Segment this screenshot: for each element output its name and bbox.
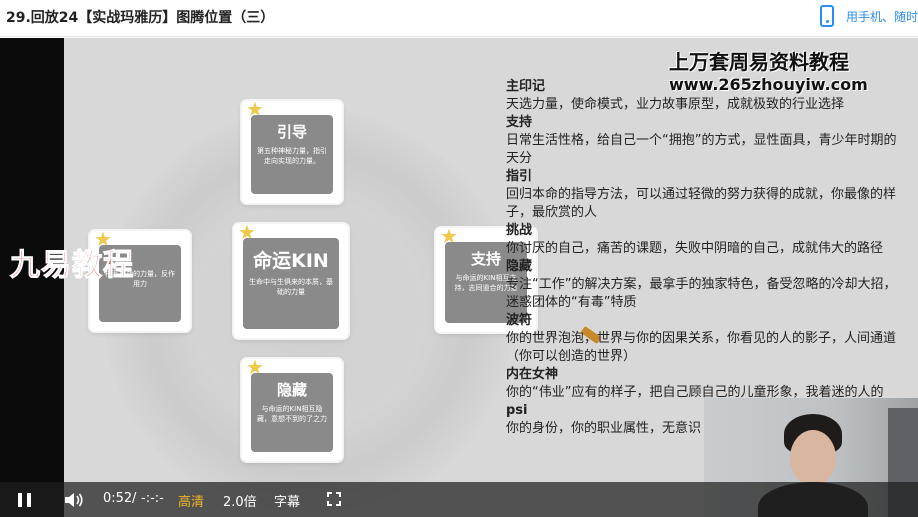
- watermark-top: 上万套周易资料教程: [669, 50, 849, 74]
- glyph-guide-name: 引导: [276, 123, 307, 141]
- list-item: 隐藏 专注“工作”的解决方案，最拿手的独家特色，备受忽略的冷却大招，迷惑团体的“…: [506, 258, 901, 312]
- list-item-body: 你讨厌的自己，痛苦的课题，失败中阴暗的自己，成就伟大的路径: [506, 241, 884, 256]
- list-item: 波符 你的世界泡泡，世界与你的因果关系，你看见的人的影子，人间通道（你可以创造的…: [506, 312, 901, 366]
- list-item-body: 你的世界泡泡，世界与你的因果关系，你看见的人的影子，人间通道（你可以创造的世界）: [506, 331, 897, 364]
- glyph-guide-desc: 第五种神秘力量，指引走向实现的力量。: [257, 147, 327, 165]
- list-item-heading: 挑战: [506, 223, 533, 238]
- current-time: 0:52: [103, 491, 133, 506]
- list-item-heading: 支持: [506, 115, 533, 130]
- quality-button[interactable]: 高清: [178, 491, 204, 510]
- list-item-heading: 隐藏: [506, 259, 533, 274]
- list-item-heading: 内在女神: [506, 367, 559, 382]
- video-title: 29.回放24【实战玛雅历】图腾位置（三）: [6, 10, 275, 26]
- glyph-occult: ★ 隐藏 与命运的KIN相互隐藏，意想不到的了之力: [242, 357, 342, 461]
- list-item: 主印记 天选力量，使命模式，业力故事原型，成就极致的行业选择: [506, 78, 901, 114]
- glyph-guide: ★ 引导 第五种神秘力量，指引走向实现的力量。: [242, 99, 342, 203]
- slide-text-list: 主印记 天选力量，使命模式，业力故事原型，成就极致的行业选择 支持 日常生活性格…: [506, 78, 901, 438]
- duration: -:-:-: [141, 491, 164, 506]
- fullscreen-icon[interactable]: [327, 492, 341, 506]
- list-item: 指引 回归本命的指导方法，可以通过轻微的努力获得的成就，你最像的样子，最欣赏的人: [506, 168, 901, 222]
- glyph-destiny-desc: 生命中与生俱来的本质，基础的力量: [249, 278, 333, 296]
- watermark-left: 九易教程: [10, 248, 134, 284]
- top-bar: 29.回放24【实战玛雅历】图腾位置（三） 用手机、随时: [0, 0, 918, 37]
- glyph-destiny-name: 命运KIN: [253, 250, 329, 272]
- time-separator: /: [132, 491, 137, 506]
- list-item-heading: 指引: [506, 169, 533, 184]
- list-item-body: 天选力量，使命模式，业力故事原型，成就极致的行业选择: [506, 97, 845, 112]
- pause-icon[interactable]: [18, 493, 31, 507]
- glyph-occult-name: 隐藏: [276, 381, 307, 399]
- list-item: 支持 日常生活性格，给自己一个“拥抱”的方式，显性面具，青少年时期的天分: [506, 114, 901, 168]
- list-item-heading: 波符: [506, 313, 533, 328]
- list-item: 挑战 你讨厌的自己，痛苦的课题，失败中阴暗的自己，成就伟大的路径: [506, 222, 901, 258]
- watch-on-phone-link[interactable]: 用手机、随时: [846, 8, 918, 25]
- list-item-body: 回归本命的指导方法，可以通过轻微的努力获得的成就，你最像的样子，最欣赏的人: [506, 187, 897, 220]
- list-item-heading: 主印记: [506, 79, 546, 94]
- glyph-destiny: ★ 命运KIN 生命中与生俱来的本质，基础的力量: [234, 222, 348, 338]
- list-item-body: 日常生活性格，给自己一个“拥抱”的方式，显性面具，青少年时期的天分: [506, 133, 897, 166]
- player-control-bar: 0:52 / -:-:- 高清 2.0倍 字幕: [0, 482, 918, 517]
- video-player[interactable]: ★ 引导 第五种神秘力量，指引走向实现的力量。 ★ 命运KIN 生命中与生俱来的…: [0, 38, 918, 517]
- subtitles-button[interactable]: 字幕: [274, 491, 300, 510]
- speed-button[interactable]: 2.0倍: [223, 491, 257, 510]
- volume-icon[interactable]: [64, 492, 84, 508]
- phone-icon[interactable]: [820, 5, 834, 27]
- list-item-body: 专注“工作”的解决方案，最拿手的独家特色，备受忽略的冷却大招，迷惑团体的“有毒”…: [506, 277, 897, 310]
- glyph-occult-desc: 与命运的KIN相互隐藏，意想不到的了之力: [257, 405, 327, 423]
- list-item: 内在女神 你的“伟业”应有的样子，把自己顾自己的儿童形象，我着迷的人的: [506, 366, 901, 402]
